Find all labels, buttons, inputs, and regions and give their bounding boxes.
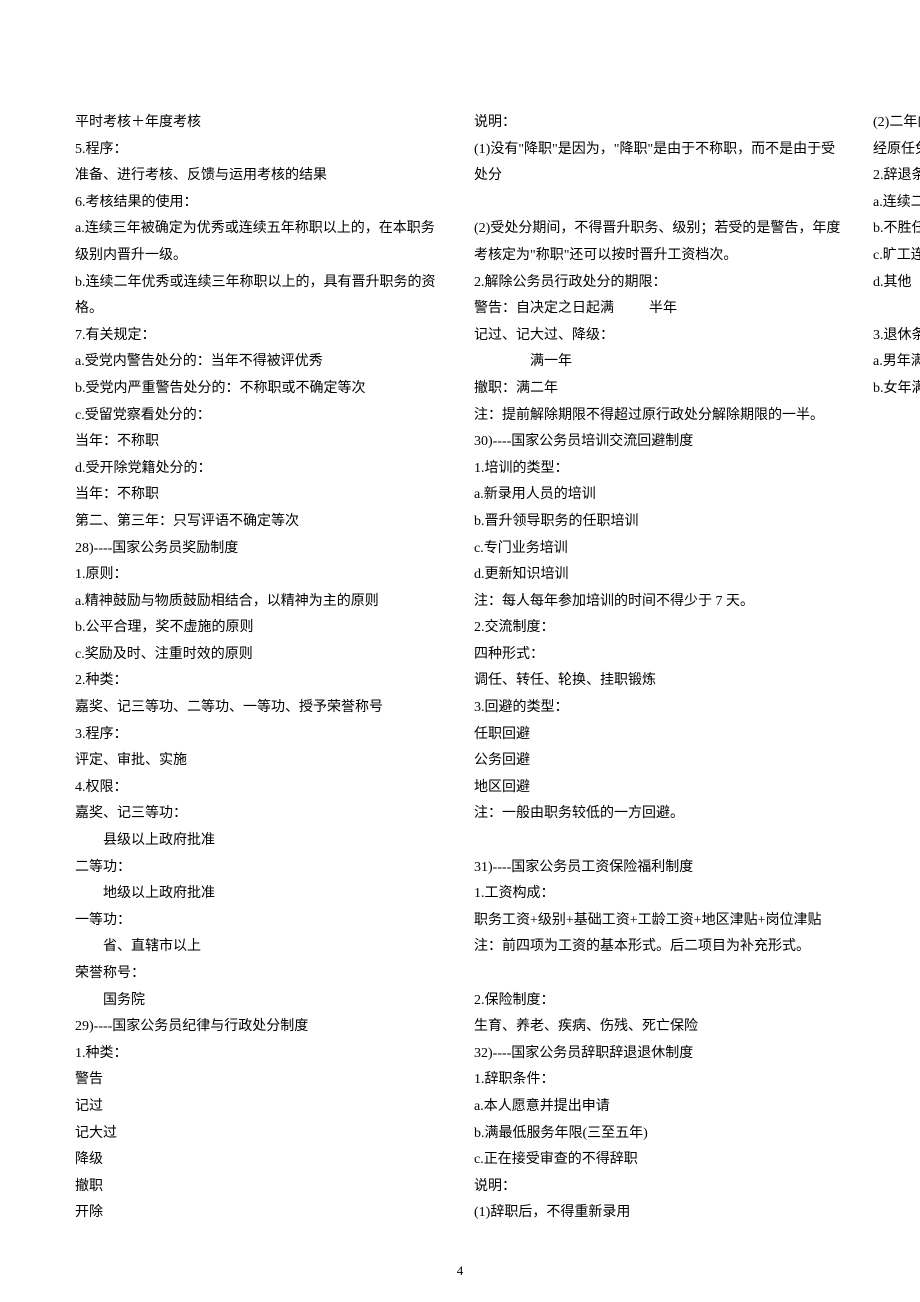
text-line: 当年：不称职 (75, 482, 446, 509)
text-line: 1.种类： (75, 1041, 446, 1068)
text-line: d.其他 (873, 270, 920, 297)
text-line: 2.种类： (75, 668, 446, 695)
text-line: b.不胜任现职又不接受其他安排的 (873, 216, 920, 243)
text-line: a.男年满 60 岁 (873, 349, 920, 376)
text-line: 28)----国家公务员奖励制度 (75, 536, 446, 563)
text-line: a.新录用人员的培训 (474, 482, 845, 509)
text-line: 30)----国家公务员培训交流回避制度 (474, 429, 845, 456)
text-line: 注：每人每年参加培训的时间不得少于 7 天。 (474, 589, 845, 616)
text-line: c.旷工连续超过 15 年，或一年内累计超过 30 年 (873, 243, 920, 270)
text-line (474, 961, 845, 988)
text-line: c.专门业务培训 (474, 536, 845, 563)
text-line: b.连续二年优秀或连续三年称职以上的，具有晋升职务的资格。 (75, 270, 446, 323)
text-line: b.受党内严重警告处分的：不称职或不确定等次 (75, 376, 446, 403)
text-line (873, 296, 920, 323)
text-line: 撤职：满二年 (474, 376, 845, 403)
text-line: 2.保险制度： (474, 988, 845, 1015)
text-line: 记大过 (75, 1121, 446, 1148)
text-line: 6.考核结果的使用： (75, 190, 446, 217)
text-line: 国务院 (75, 988, 446, 1015)
text-line: 1.辞职条件： (474, 1067, 845, 1094)
text-line: 31)----国家公务员工资保险福利制度 (474, 855, 845, 882)
text-line: 1.工资构成： (474, 881, 845, 908)
text-line: 7.有关规定： (75, 323, 446, 350)
two-column-body: 平时考核＋年度考核5.程序：准备、进行考核、反馈与运用考核的结果6.考核结果的使… (75, 110, 845, 1250)
text-line: 注：一般由职务较低的一方回避。 (474, 801, 845, 828)
text-line: 嘉奖、记三等功： (75, 801, 446, 828)
text-line: d.更新知识培训 (474, 562, 845, 589)
text-line: 3.退休条件： (873, 323, 920, 350)
text-line: (2)二年内到与原机关有隶属关系的企业或事业单位任职，须经原任免机关批准 (873, 110, 920, 163)
text-line: (2)受处分期间，不得晋升职务、级别；若受的是警告，年度考核定为"称职"还可以按… (474, 216, 845, 269)
text-line: 生育、养老、疾病、伤残、死亡保险 (474, 1014, 845, 1041)
text-line: d.受开除党籍处分的： (75, 456, 446, 483)
text-line: c.正在接受审查的不得辞职 (474, 1147, 845, 1174)
text-line: b.公平合理，奖不虚施的原则 (75, 615, 446, 642)
text-line: 29)----国家公务员纪律与行政处分制度 (75, 1014, 446, 1041)
text-line: 县级以上政府批准 (75, 828, 446, 855)
text-line: b.满最低服务年限(三至五年) (474, 1121, 845, 1148)
text-line: 平时考核＋年度考核 (75, 110, 446, 137)
text-line: 职务工资+级别+基础工资+工龄工资+地区津贴+岗位津贴 (474, 908, 845, 935)
text-line: 四种形式： (474, 642, 845, 669)
text-line: (1)没有"降职"是因为，"降职"是由于不称职，而不是由于受处分 (474, 137, 845, 190)
text-line: b.女年满 55 岁 (873, 376, 920, 403)
text-line: a.受党内警告处分的：当年不得被评优秀 (75, 349, 446, 376)
page-number: 4 (0, 1259, 920, 1284)
text-line: 注：前四项为工资的基本形式。后二项目为补充形式。 (474, 934, 845, 961)
text-line: 撤职 (75, 1174, 446, 1201)
text-line: a.精神鼓励与物质鼓励相结合，以精神为主的原则 (75, 589, 446, 616)
text-line: 记过 (75, 1094, 446, 1121)
text-line: 3.回避的类型： (474, 695, 845, 722)
text-line: 2.交流制度： (474, 615, 845, 642)
text-line: 2.辞退条件： (873, 163, 920, 190)
text-line: 降级 (75, 1147, 446, 1174)
text-line: 警告 (75, 1067, 446, 1094)
text-line: 2.解除公务员行政处分的期限： (474, 270, 845, 297)
text-line: 说明： (474, 1174, 845, 1201)
text-line: 开除 (75, 1200, 446, 1227)
text-line: 32)----国家公务员辞职辞退退休制度 (474, 1041, 845, 1068)
document-page: 平时考核＋年度考核5.程序：准备、进行考核、反馈与运用考核的结果6.考核结果的使… (0, 0, 920, 1302)
text-line: 记过、记大过、降级： (474, 323, 845, 350)
text-line: 二等功： (75, 855, 446, 882)
text-line (474, 190, 845, 217)
text-line: 当年：不称职 (75, 429, 446, 456)
text-line: (1)辞职后，不得重新录用 (474, 1200, 845, 1227)
text-line: 公务回避 (474, 748, 845, 775)
text-line: 评定、审批、实施 (75, 748, 446, 775)
text-line: 1.培训的类型： (474, 456, 845, 483)
text-line: 3.程序： (75, 722, 446, 749)
text-line: 荣誉称号： (75, 961, 446, 988)
text-line: 任职回避 (474, 722, 845, 749)
text-line: a.连续三年被确定为优秀或连续五年称职以上的，在本职务级别内晋升一级。 (75, 216, 446, 269)
text-line: 说明： (474, 110, 845, 137)
text-line: 警告：自决定之日起满 半年 (474, 296, 845, 323)
text-line: 调任、转任、轮换、挂职锻炼 (474, 668, 845, 695)
text-line: 4.权限： (75, 775, 446, 802)
text-line: 省、直辖市以上 (75, 934, 446, 961)
text-line: 地级以上政府批准 (75, 881, 446, 908)
text-line: 1.原则： (75, 562, 446, 589)
text-line: 5.程序： (75, 137, 446, 164)
text-line: c.受留党察看处分的： (75, 403, 446, 430)
text-line: 准备、进行考核、反馈与运用考核的结果 (75, 163, 446, 190)
text-line: c.奖励及时、注重时效的原则 (75, 642, 446, 669)
text-line: 第二、第三年：只写评语不确定等次 (75, 509, 446, 536)
text-line (474, 828, 845, 855)
text-line: 注：提前解除期限不得超过原行政处分解除期限的一半。 (474, 403, 845, 430)
text-line: a.本人愿意并提出申请 (474, 1094, 845, 1121)
text-line: 一等功： (75, 908, 446, 935)
text-line: 地区回避 (474, 775, 845, 802)
text-line: a.连续二年不称职 (873, 190, 920, 217)
text-line: 嘉奖、记三等功、二等功、一等功、授予荣誉称号 (75, 695, 446, 722)
text-line: 满一年 (474, 349, 845, 376)
text-line: b.晋升领导职务的任职培训 (474, 509, 845, 536)
column-left: 平时考核＋年度考核5.程序：准备、进行考核、反馈与运用考核的结果6.考核结果的使… (75, 110, 920, 1250)
